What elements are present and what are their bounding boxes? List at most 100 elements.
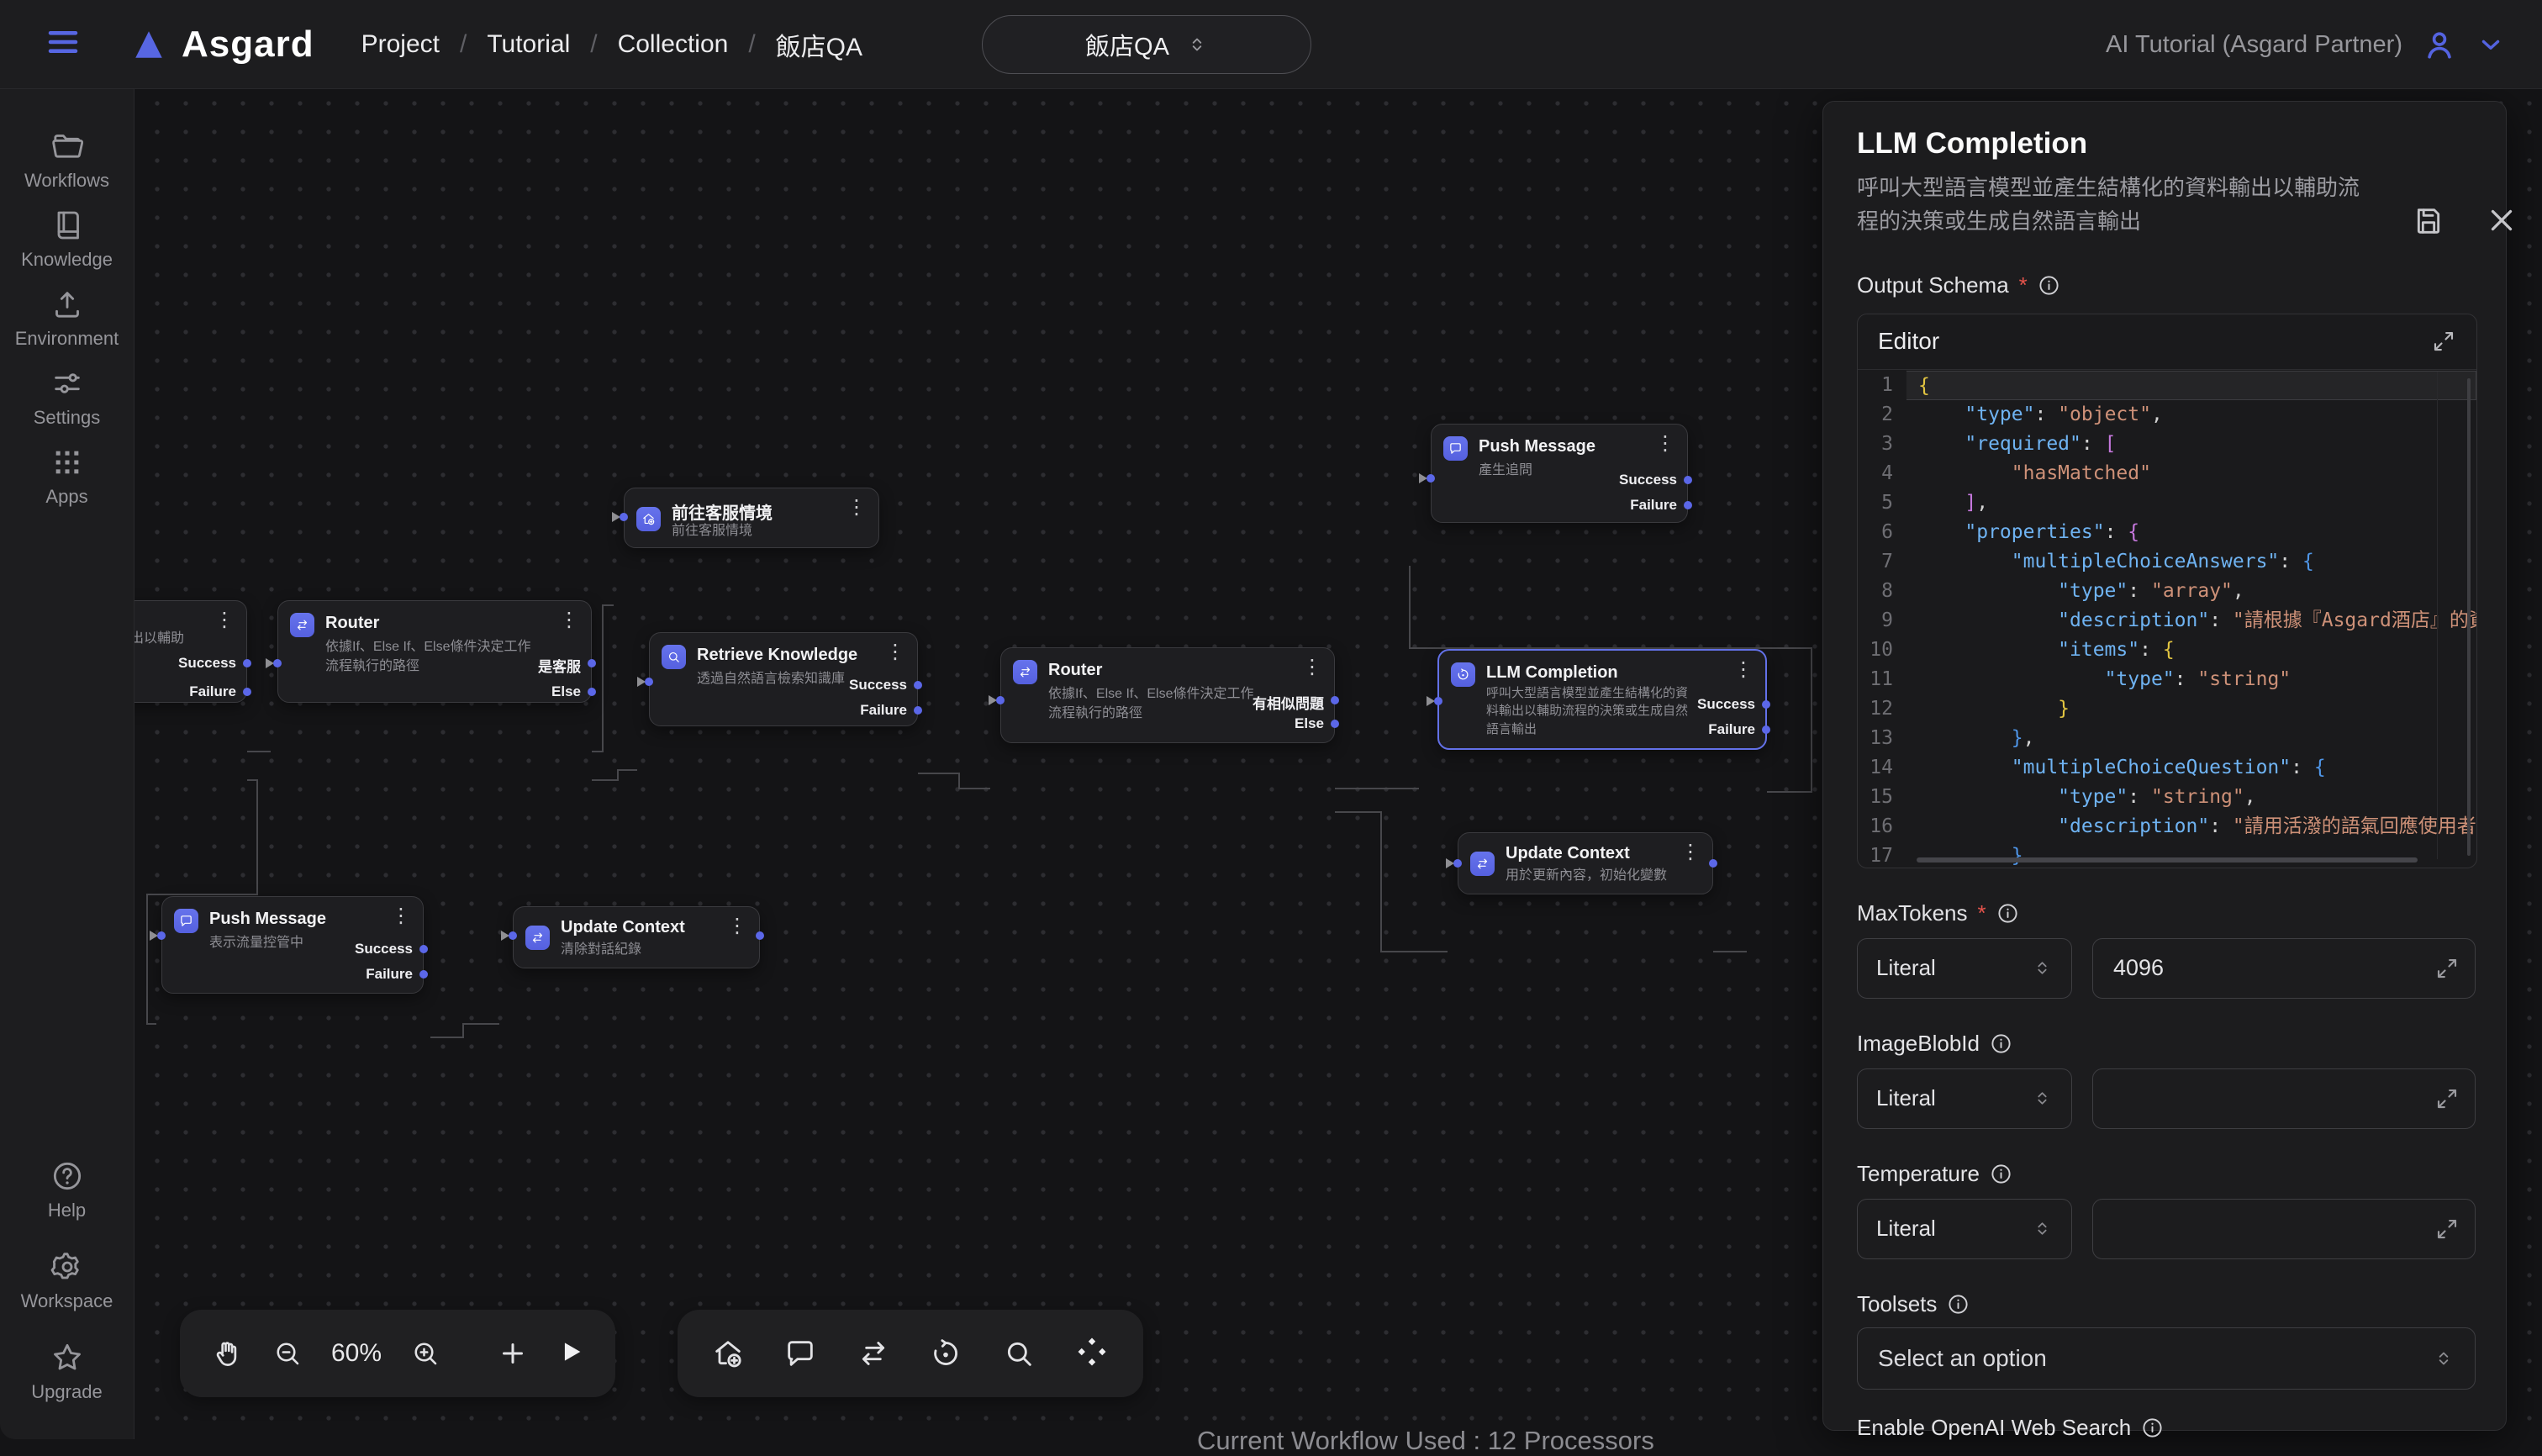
breadcrumb-tutorial[interactable]: Tutorial: [487, 30, 570, 59]
sidebar-item-upgrade[interactable]: Upgrade: [0, 1327, 134, 1417]
asgard-logo[interactable]: Asgard: [131, 24, 314, 66]
info-icon[interactable]: [1996, 902, 2019, 925]
output-port[interactable]: [1684, 501, 1692, 509]
expand-icon[interactable]: [2434, 1216, 2460, 1242]
swap-tool-icon[interactable]: [857, 1337, 890, 1370]
node-router-1[interactable]: Router 依據If、Else If、Else條件決定工作流程執行的路徑 ⋮ …: [277, 600, 592, 703]
node-llm-completion[interactable]: LLM Completion 呼叫大型語言模型並產生結構化的資料輸出以輔助流程的…: [1437, 649, 1767, 750]
pan-hand-icon[interactable]: [212, 1337, 244, 1369]
close-icon[interactable]: [2484, 203, 2519, 238]
input-port[interactable]: [645, 678, 653, 686]
edge-segment: [958, 773, 960, 789]
node-push-message-bottom[interactable]: Push Message 表示流量控管中 ⋮ Success Failure: [161, 896, 424, 994]
sidebar-item-knowledge[interactable]: Knowledge: [0, 200, 134, 279]
info-icon[interactable]: [2141, 1416, 2164, 1439]
input-port[interactable]: [273, 659, 282, 667]
output-port[interactable]: [588, 659, 596, 667]
node-menu-icon[interactable]: ⋮: [1302, 655, 1322, 678]
node-menu-icon[interactable]: ⋮: [214, 608, 235, 631]
node-menu-icon[interactable]: ⋮: [559, 608, 579, 631]
output-port[interactable]: [1709, 859, 1717, 868]
node-scene[interactable]: 前往客服情境 前往客服情境 ⋮: [624, 488, 879, 548]
maxtokens-input[interactable]: 4096: [2092, 938, 2476, 999]
toolsets-label: Toolsets: [1857, 1291, 2476, 1317]
toolsets-select[interactable]: Select an option: [1857, 1327, 2476, 1390]
imageblobid-mode-select[interactable]: Literal: [1857, 1068, 2072, 1129]
comment-tool-icon[interactable]: [783, 1337, 817, 1370]
info-icon[interactable]: [1947, 1293, 1970, 1316]
output-port[interactable]: [243, 659, 251, 667]
edge-segment: [146, 1023, 156, 1025]
output-port[interactable]: [419, 970, 428, 979]
save-icon[interactable]: [2412, 204, 2445, 238]
sidebar-item-settings[interactable]: Settings: [0, 358, 134, 437]
output-port[interactable]: [1684, 476, 1692, 484]
sidebar-item-help[interactable]: Help: [0, 1145, 134, 1236]
info-icon[interactable]: [1990, 1032, 2012, 1055]
node-description: 表示流量控管中: [209, 934, 303, 953]
input-port[interactable]: [1434, 697, 1442, 705]
input-port[interactable]: [620, 513, 628, 521]
editor-code[interactable]: 1{2 "type": "object",3 "required": [4 "h…: [1858, 371, 2476, 868]
editor-vertical-scrollbar[interactable]: [2467, 378, 2471, 856]
output-port[interactable]: [914, 706, 922, 715]
hamburger-menu-icon[interactable]: [44, 23, 82, 66]
maxtokens-mode-select[interactable]: Literal: [1857, 938, 2072, 999]
temperature-mode-select[interactable]: Literal: [1857, 1199, 2072, 1259]
search-tool-icon[interactable]: [1002, 1337, 1036, 1370]
sidebar-item-environment[interactable]: Environment: [0, 279, 134, 358]
node-menu-icon[interactable]: ⋮: [885, 640, 905, 663]
zoom-in-icon[interactable]: [410, 1338, 440, 1369]
output-port[interactable]: [1762, 700, 1770, 709]
node-retrieve-knowledge[interactable]: Retrieve Knowledge 透過自然語言檢索知識庫 ⋮ Success…: [649, 632, 918, 726]
account-menu[interactable]: AI Tutorial (Asgard Partner): [2106, 0, 2505, 89]
output-port[interactable]: [1331, 696, 1339, 704]
temperature-input[interactable]: [2092, 1199, 2476, 1259]
output-port[interactable]: [756, 931, 764, 940]
output-port[interactable]: [419, 945, 428, 953]
workflow-selector-value: 飯店QA: [1085, 27, 1169, 62]
output-port[interactable]: [914, 681, 922, 689]
info-icon[interactable]: [1990, 1163, 2012, 1185]
scene-tool-icon[interactable]: [711, 1337, 745, 1370]
input-port[interactable]: [157, 931, 166, 940]
input-port[interactable]: [1453, 859, 1462, 868]
node-menu-icon[interactable]: ⋮: [727, 914, 747, 937]
node-update-context-bottom[interactable]: Update Context 清除對話紀錄 ⋮: [513, 906, 760, 968]
breadcrumb-project[interactable]: Project: [361, 30, 440, 59]
run-workflow-icon[interactable]: [556, 1337, 585, 1370]
workflow-selector[interactable]: 飯店QA: [982, 15, 1311, 74]
output-port[interactable]: [243, 688, 251, 696]
sidebar-item-workflows[interactable]: Workflows: [0, 121, 134, 200]
info-icon[interactable]: [2038, 274, 2060, 297]
expand-icon[interactable]: [2434, 956, 2460, 981]
schema-editor[interactable]: Editor 1{2 "type": "object",3 "required"…: [1857, 314, 2477, 868]
align-tool-icon[interactable]: [1074, 1334, 1110, 1374]
zoom-out-icon[interactable]: [272, 1338, 303, 1369]
output-port[interactable]: [588, 688, 596, 696]
node-menu-icon[interactable]: ⋮: [1680, 840, 1701, 863]
expand-icon[interactable]: [2434, 1086, 2460, 1111]
input-port[interactable]: [509, 931, 517, 940]
sidebar-item-apps[interactable]: Apps: [0, 437, 134, 516]
editor-horizontal-scrollbar[interactable]: [1917, 857, 2418, 863]
output-port[interactable]: [1762, 725, 1770, 734]
imageblobid-input[interactable]: [2092, 1068, 2476, 1129]
node-router-2[interactable]: Router 依據If、Else If、Else條件決定工作流程執行的路徑 ⋮ …: [1000, 647, 1335, 743]
expand-icon[interactable]: [2431, 329, 2456, 354]
breadcrumb-workflow[interactable]: 飯店QA: [776, 26, 862, 63]
breadcrumb-collection[interactable]: Collection: [618, 30, 729, 59]
node-push-message-top[interactable]: Push Message 產生追問 ⋮ Success Failure: [1431, 424, 1688, 523]
node-menu-icon[interactable]: ⋮: [1655, 431, 1675, 455]
node-menu-icon[interactable]: ⋮: [391, 904, 411, 927]
input-port[interactable]: [1427, 474, 1435, 483]
input-port[interactable]: [996, 696, 1005, 704]
ai-tool-icon[interactable]: [929, 1337, 962, 1370]
edge-segment: [1713, 951, 1747, 952]
node-menu-icon[interactable]: ⋮: [1733, 657, 1754, 681]
sidebar-item-workspace[interactable]: Workspace: [0, 1236, 134, 1327]
node-menu-icon[interactable]: ⋮: [846, 495, 867, 519]
node-update-context-right[interactable]: Update Context 用於更新內容，初始化變數 ⋮: [1458, 832, 1713, 894]
output-port[interactable]: [1331, 720, 1339, 728]
add-node-icon[interactable]: [498, 1338, 528, 1369]
